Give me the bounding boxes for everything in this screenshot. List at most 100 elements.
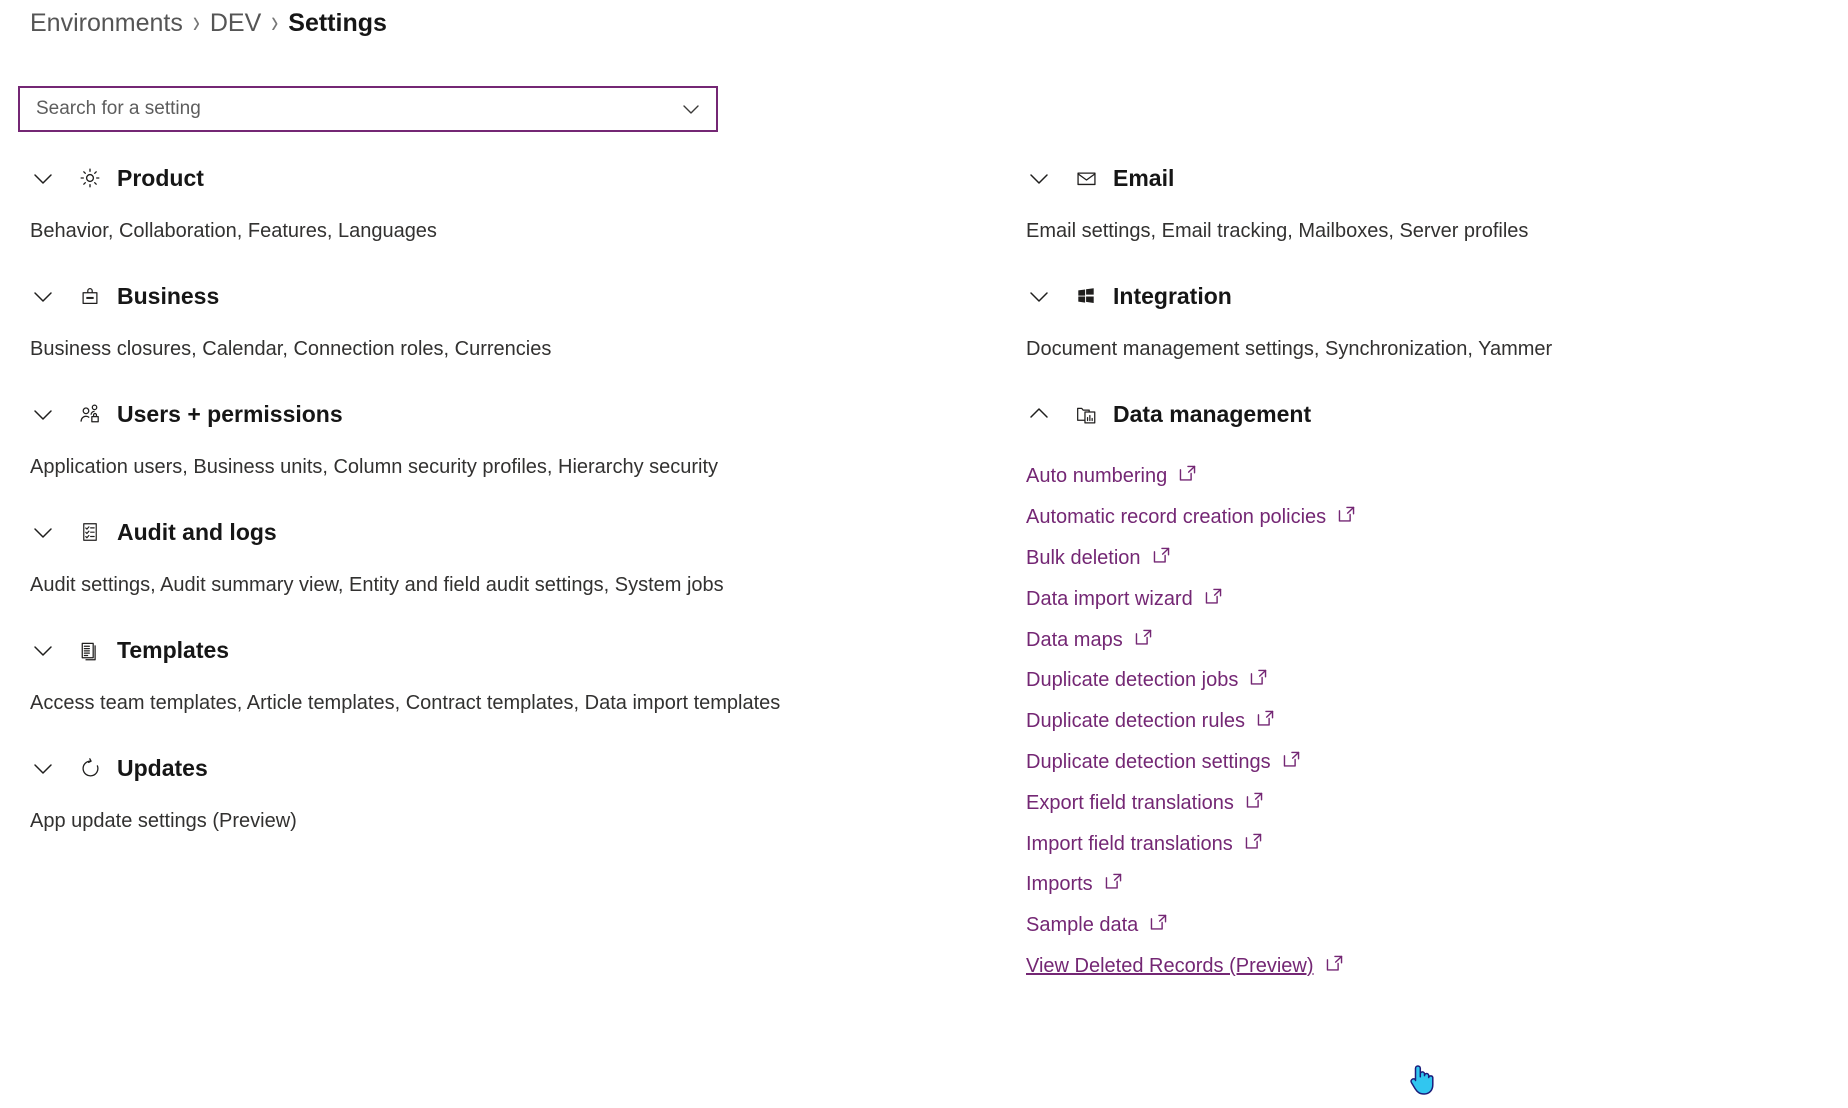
breadcrumb-item-dev[interactable]: DEV [210,8,261,38]
chevron-down-icon[interactable] [1026,165,1052,191]
refresh-icon [77,755,103,781]
list-item[interactable]: Duplicate detection jobs [1026,660,1268,701]
settings-group-title: Audit and logs [117,519,277,545]
breadcrumb-separator-icon: › [271,5,279,40]
link-label[interactable]: Import field translations [1026,831,1233,857]
settings-group-summary: Access team templates, Article templates… [30,692,781,714]
settings-group-title: Product [117,165,204,191]
link-label[interactable]: Duplicate detection settings [1026,749,1271,775]
link-label[interactable]: Data import wizard [1026,586,1193,612]
settings-group-product-header[interactable]: Product [30,150,1010,206]
settings-group-title: Updates [117,755,208,781]
list-item[interactable]: View Deleted Records (Preview) [1026,946,1344,987]
mail-icon [1073,165,1099,191]
external-link-icon [1325,954,1344,973]
settings-group-templates-header[interactable]: Templates [30,622,1010,678]
settings-group-summary: Document management settings, Synchroniz… [1026,338,1553,360]
link-label[interactable]: Automatic record creation policies [1026,504,1326,530]
link-label[interactable]: Bulk deletion [1026,545,1141,571]
list-item[interactable]: Auto numbering [1026,456,1197,497]
briefcase-icon [77,283,103,309]
list-item[interactable]: Bulk deletion [1026,538,1171,579]
search-setting-combobox[interactable]: Search for a setting [18,86,718,132]
settings-group-integration-header[interactable]: Integration [1026,268,1826,324]
external-link-icon [1256,709,1275,728]
windows-icon [1073,283,1099,309]
chevron-down-icon[interactable] [1026,283,1052,309]
external-link-icon [1245,791,1264,810]
list-item[interactable]: Imports [1026,864,1123,905]
settings-group-title: Email [1113,165,1175,191]
data-management-icon [1073,401,1099,427]
settings-group-summary: Application users, Business units, Colum… [30,456,719,478]
chevron-down-icon[interactable] [30,637,56,663]
external-link-icon [1249,668,1268,687]
link-label[interactable]: Export field translations [1026,790,1234,816]
settings-group-title: Templates [117,637,230,663]
list-item[interactable]: Duplicate detection settings [1026,742,1301,783]
chevron-down-icon[interactable] [30,165,56,191]
external-link-icon [1178,464,1197,483]
gear-icon [77,165,103,191]
settings-group-title: Data management [1113,401,1312,427]
link-label[interactable]: View Deleted Records (Preview) [1026,953,1314,979]
users-permissions-icon [77,401,103,427]
chevron-up-icon[interactable] [1026,401,1052,427]
breadcrumb: Environments › DEV › Settings [30,5,387,40]
chevron-down-icon[interactable] [30,755,56,781]
settings-right-column: Email Email settings, Email tracking, Ma… [1026,150,1826,986]
settings-group-product: Product Behavior, Collaboration, Feature… [30,150,1010,268]
settings-group-audit-and-logs-header[interactable]: Audit and logs [30,504,1010,560]
list-item[interactable]: Sample data [1026,905,1168,946]
settings-group-email-header[interactable]: Email [1026,150,1826,206]
chevron-down-icon[interactable] [30,519,56,545]
settings-group-templates: Templates Access team templates, Article… [30,622,1010,740]
search-input[interactable]: Search for a setting [36,98,680,120]
settings-group-integration: Integration Document management settings… [1026,268,1826,386]
breadcrumb-separator-icon: › [192,5,200,40]
settings-group-users-permissions-header[interactable]: Users + permissions [30,386,1010,442]
settings-group-summary: App update settings (Preview) [30,810,297,832]
list-item[interactable]: Automatic record creation policies [1026,497,1356,538]
link-label[interactable]: Duplicate detection jobs [1026,667,1238,693]
settings-group-data-management: Data management Auto numbering Automatic… [1026,386,1826,986]
external-link-icon [1204,587,1223,606]
link-label[interactable]: Auto numbering [1026,463,1167,489]
chevron-down-icon[interactable] [30,401,56,427]
link-label[interactable]: Data maps [1026,627,1123,653]
settings-group-business: Business Business closures, Calendar, Co… [30,268,1010,386]
breadcrumb-item-environments[interactable]: Environments [30,8,183,38]
external-link-icon [1282,750,1301,769]
settings-left-column: Product Behavior, Collaboration, Feature… [30,150,1010,858]
settings-group-summary: Behavior, Collaboration, Features, Langu… [30,220,437,242]
settings-group-summary: Email settings, Email tracking, Mailboxe… [1026,220,1529,242]
settings-group-summary: Business closures, Calendar, Connection … [30,338,552,360]
list-item[interactable]: Duplicate detection rules [1026,701,1275,742]
list-item[interactable]: Data import wizard [1026,578,1223,619]
list-item[interactable]: Import field translations [1026,823,1263,864]
templates-icon [77,637,103,663]
settings-group-updates-header[interactable]: Updates [30,740,1010,796]
chevron-down-icon[interactable] [30,283,56,309]
checklist-icon [77,519,103,545]
settings-group-email: Email Email settings, Email tracking, Ma… [1026,150,1826,268]
chevron-down-icon[interactable] [680,98,702,120]
settings-group-title: Integration [1113,283,1232,309]
settings-group-business-header[interactable]: Business [30,268,1010,324]
list-item[interactable]: Data maps [1026,619,1153,660]
external-link-icon [1244,832,1263,851]
external-link-icon [1152,546,1171,565]
link-label[interactable]: Duplicate detection rules [1026,708,1245,734]
settings-group-audit-and-logs: Audit and logs Audit settings, Audit sum… [30,504,1010,622]
settings-group-summary: Audit settings, Audit summary view, Enti… [30,574,724,596]
breadcrumb-item-settings: Settings [288,9,387,37]
settings-group-data-management-header[interactable]: Data management [1026,386,1826,442]
settings-group-title: Business [117,283,220,309]
settings-group-users-permissions: Users + permissions Application users, B… [30,386,1010,504]
settings-group-updates: Updates App update settings (Preview) [30,740,1010,858]
external-link-icon [1337,505,1356,524]
link-label[interactable]: Sample data [1026,912,1138,938]
link-label[interactable]: Imports [1026,871,1093,897]
list-item[interactable]: Export field translations [1026,782,1264,823]
external-link-icon [1149,913,1168,932]
